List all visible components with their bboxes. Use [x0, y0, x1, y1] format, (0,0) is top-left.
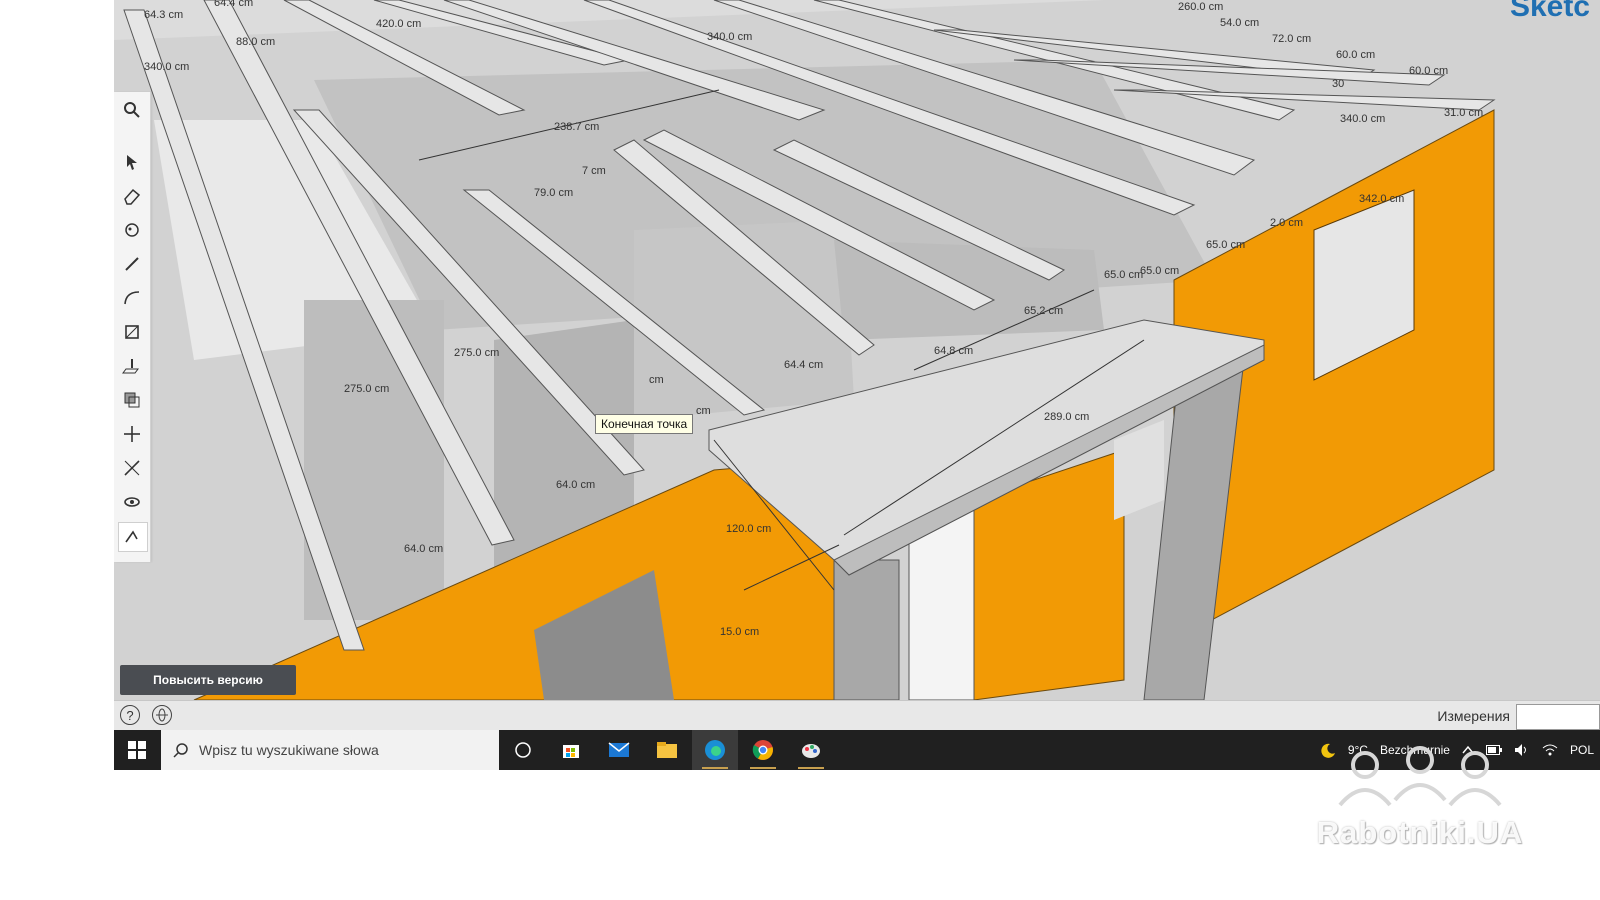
start-button[interactable]	[114, 730, 160, 770]
help-icon[interactable]: ?	[120, 705, 140, 725]
file-explorer-icon[interactable]	[644, 730, 690, 770]
select-icon[interactable]	[118, 148, 146, 176]
orbit-icon[interactable]	[118, 488, 146, 516]
dimension-label: 340.0 cm	[144, 61, 189, 73]
upgrade-button[interactable]: Повысить версию	[120, 665, 296, 695]
dimension-label: 64.4 cm	[214, 0, 253, 9]
dimension-label: 15.0 cm	[720, 626, 759, 638]
dimension-label: 65.0 cm	[1140, 265, 1179, 277]
dimension-label: 275.0 cm	[344, 383, 389, 395]
search-icon[interactable]	[118, 96, 146, 124]
left-tool-palette	[114, 92, 151, 562]
dimension-label: 88.0 cm	[236, 36, 275, 48]
dimension-label: 120.0 cm	[726, 523, 771, 535]
status-bar: ? Измерения	[114, 700, 1600, 731]
dimension-label: 260.0 cm	[1178, 1, 1223, 13]
dimension-label: 7 cm	[582, 165, 606, 177]
search-icon	[173, 743, 188, 758]
dimension-label: 65.0 cm	[1104, 269, 1143, 281]
taskbar-search-box[interactable]: Wpisz tu wyszukiwane słowa	[161, 730, 499, 770]
3d-model-scene[interactable]: 64.3 cm 64.4 cm 88.0 cm 420.0 cm 340.0 c…	[114, 0, 1600, 700]
watermark-text: Rabotniki.UA	[1316, 815, 1524, 850]
endpoint-tooltip: Конечная точка	[595, 414, 694, 434]
dimension-label: 30	[1332, 78, 1344, 90]
round-column	[833, 559, 900, 700]
rectangle-icon[interactable]	[118, 318, 146, 346]
edge-browser-icon[interactable]	[692, 730, 738, 770]
dimension-label: 238.7 cm	[554, 121, 599, 133]
dimension-label: 65.0 cm	[1206, 239, 1245, 251]
dimension-label: cm	[696, 405, 711, 417]
measurements-label: Измерения	[1437, 708, 1510, 724]
dimension-label: 79.0 cm	[534, 187, 573, 199]
dimension-label: 342.0 cm	[1359, 193, 1404, 205]
dimension-label: 31.0 cm	[1444, 107, 1483, 119]
watermark-figures-icon	[1338, 746, 1502, 807]
store-icon[interactable]	[548, 730, 594, 770]
move-icon[interactable]	[118, 420, 146, 448]
sketchup-logo: Sketc	[1509, 0, 1590, 23]
dimension-label: 340.0 cm	[707, 31, 752, 43]
sketchup-app-window: 64.3 cm 64.4 cm 88.0 cm 420.0 cm 340.0 c…	[114, 0, 1600, 770]
dimension-label: 340.0 cm	[1340, 113, 1385, 125]
dimension-label: 289.0 cm	[1044, 411, 1089, 423]
dimension-label: 275.0 cm	[454, 347, 499, 359]
language-indicator[interactable]: POL	[1570, 743, 1594, 757]
task-view-icon[interactable]	[500, 730, 546, 770]
mail-icon[interactable]	[596, 730, 642, 770]
chrome-browser-icon[interactable]	[740, 730, 786, 770]
dimension-label: 64.4 cm	[784, 359, 823, 371]
globe-icon[interactable]	[152, 705, 172, 725]
measurements-input[interactable]	[1516, 704, 1600, 730]
dimension-label: 60.0 cm	[1409, 65, 1448, 77]
eraser-icon[interactable]	[118, 182, 146, 210]
dimension-label: 72.0 cm	[1272, 33, 1311, 45]
windows-icon	[128, 741, 146, 759]
dimension-label: 54.0 cm	[1220, 17, 1259, 29]
dimension-label: 64.0 cm	[404, 543, 443, 555]
dimension-label: 65.2 cm	[1024, 305, 1063, 317]
offset-icon[interactable]	[118, 386, 146, 414]
search-placeholder: Wpisz tu wyszukiwane słowa	[199, 742, 379, 758]
dimension-label: 60.0 cm	[1336, 49, 1375, 61]
dimension-label: 64.8 cm	[934, 345, 973, 357]
3d-viewport[interactable]: 64.3 cm 64.4 cm 88.0 cm 420.0 cm 340.0 c…	[114, 0, 1600, 700]
tape-measure-icon[interactable]	[118, 454, 146, 482]
pencil-icon[interactable]	[118, 250, 146, 278]
watermark: Rabotniki.UA	[1295, 745, 1545, 865]
dimension-icon[interactable]	[118, 522, 148, 552]
push-pull-icon[interactable]	[118, 352, 146, 380]
dimension-label: cm	[649, 374, 664, 386]
dimension-label: 2.0 cm	[1270, 217, 1303, 229]
dimension-label: 420.0 cm	[376, 18, 421, 30]
dimension-label: 64.3 cm	[144, 9, 183, 21]
dimension-label: 64.0 cm	[556, 479, 595, 491]
paint-app-icon[interactable]	[788, 730, 834, 770]
arc-icon[interactable]	[118, 284, 146, 312]
paint-bucket-icon[interactable]	[118, 216, 146, 244]
